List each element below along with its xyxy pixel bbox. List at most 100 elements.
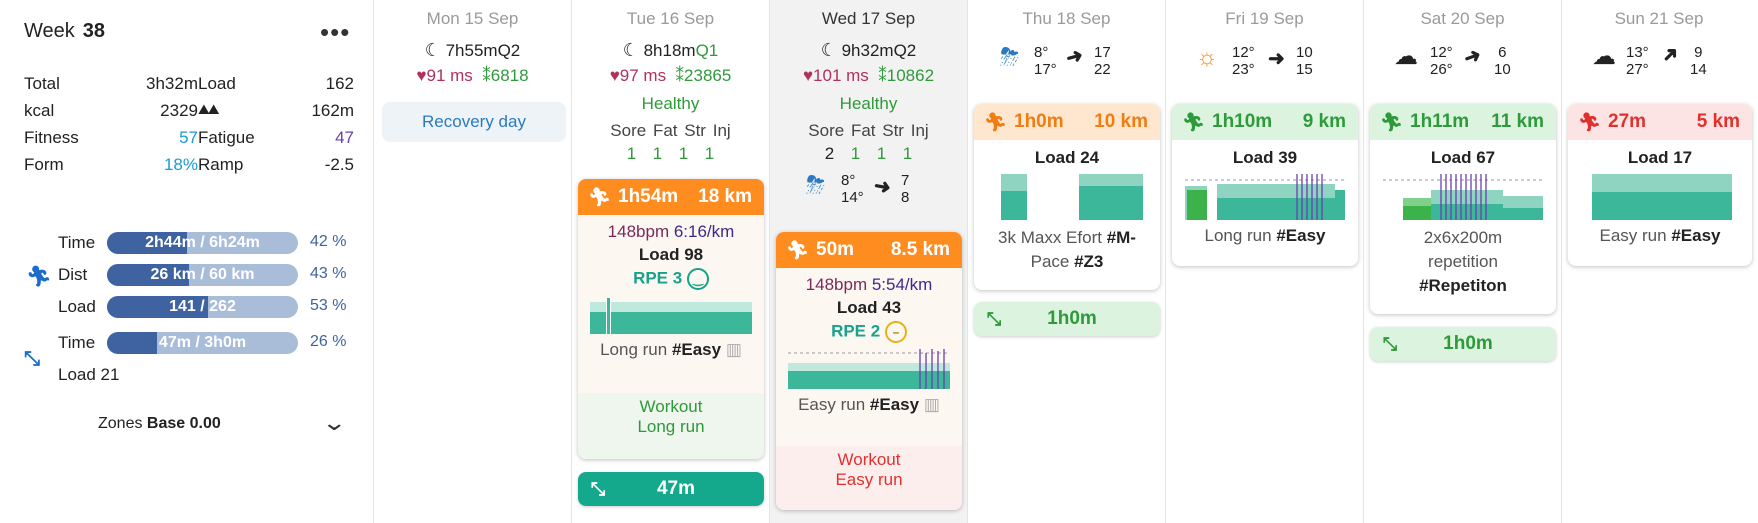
progress-bar: 2h44m / 6h24m bbox=[107, 232, 298, 254]
stat-value: 3h32m bbox=[146, 74, 198, 93]
day-column-fri: Fri 19 Sep ☼ 12° 23° ➜ 10 15 🏃︎ 1h10m 9 km L… bbox=[1166, 0, 1364, 523]
temperature: 12° 23° bbox=[1232, 44, 1255, 78]
planned-workout[interactable]: Workout Easy run bbox=[776, 446, 962, 510]
planned-workout[interactable]: Workout Long run bbox=[578, 393, 764, 459]
zones-selector[interactable]: Zones Base 0.00 bbox=[98, 415, 221, 433]
day-column-thu: Thu 18 Sep ⛈ 8° 17° ➜ 17 22 🏃︎ 1h0m 10 km Lo… bbox=[968, 0, 1166, 523]
activity-tags: 3k Maxx Efort #M- Pace #Z3 bbox=[998, 228, 1136, 271]
strength-load: Load 21 bbox=[58, 365, 120, 384]
day-header[interactable]: Fri 19 Sep bbox=[1166, 9, 1363, 29]
more-options-icon[interactable]: ••• bbox=[320, 17, 350, 48]
heart-icon: ♥ bbox=[416, 66, 427, 85]
wellness-headers: Sore Fat Str Inj bbox=[610, 121, 731, 140]
dumbbell-icon: ⤡ bbox=[590, 478, 606, 499]
strength-card[interactable]: ⤡ 1h0m bbox=[974, 302, 1160, 336]
wind-arrow-icon: ➜ bbox=[1460, 43, 1485, 71]
day-header[interactable]: Tue 16 Sep bbox=[572, 9, 769, 29]
activity-tags: Easy run #Easy bbox=[1599, 226, 1721, 245]
intensity-chart bbox=[1383, 174, 1543, 220]
temperature: 8° 17° bbox=[1034, 44, 1057, 78]
day-column-tue: Tue 16 Sep ☾ 8h18mQ1 ♥97 ms ⁑23865 Healt… bbox=[572, 0, 770, 523]
progress-text: 47m / 3h0m bbox=[158, 334, 247, 351]
activity-card[interactable]: 🏃︎ 1h10m 9 km Load 39 Long run #Easy bbox=[1172, 104, 1358, 266]
intensity-chart bbox=[590, 298, 752, 334]
activity-card[interactable]: 🏃︎ 50m 8.5 km 148bpm 5:54/km Load 43 RPE 2… bbox=[776, 232, 962, 510]
activity-tags: Easy run #Easy ▥ bbox=[798, 395, 940, 414]
progress-load: Load 141 / 262 53 % bbox=[24, 293, 364, 321]
chevron-down-icon[interactable]: ⌄ bbox=[321, 410, 347, 436]
day-header[interactable]: Sat 20 Sep bbox=[1364, 9, 1561, 29]
day-header[interactable]: Mon 15 Sep bbox=[374, 9, 571, 29]
steps-icon: ⁑ bbox=[878, 66, 887, 85]
progress-label: Load bbox=[58, 297, 96, 316]
strength-card[interactable]: ⤡ 1h0m bbox=[1370, 327, 1556, 361]
stat-value: 2329 bbox=[160, 101, 198, 120]
hr-pace: 148bpm 5:54/km bbox=[805, 275, 933, 294]
progress-label: Dist bbox=[58, 265, 88, 284]
day-column-sat: Sat 20 Sep ☁ 12° 26° ➜ 6 10 🏃︎ 1h11m 11 km L… bbox=[1364, 0, 1562, 523]
activity-header: 🏃︎ 27m 5 km bbox=[1568, 104, 1752, 140]
load-value: Load 17 bbox=[1627, 148, 1693, 167]
progress-pct: 53 % bbox=[310, 297, 347, 314]
activity-header: 🏃︎ 1h11m 11 km bbox=[1370, 104, 1556, 140]
stat-label: Ramp bbox=[198, 155, 244, 174]
progress-bar: 47m / 3h0m bbox=[107, 332, 298, 354]
weather: ⛈ 8° 14° ➜ 78 bbox=[770, 168, 967, 212]
progress-label: Time bbox=[58, 233, 96, 252]
load-value: Load 43 bbox=[836, 298, 902, 317]
dumbbell-icon: ⤡ bbox=[986, 308, 1002, 329]
progress-time: Time 2h44m / 6h24m 42 % bbox=[24, 229, 364, 257]
activity-card[interactable]: 🏃︎ 1h54m 18 km 148bpm 6:16/km Load 98 RPE … bbox=[578, 179, 764, 459]
day-header[interactable]: Wed 17 Sep bbox=[770, 9, 967, 29]
day-column-wed: Wed 17 Sep ☾ 9h32mQ2 ♥101 ms ⁑10862 Heal… bbox=[770, 0, 968, 523]
progress-text: 2h44m / 6h24m bbox=[145, 234, 260, 251]
weather: ☁ 13° 27° ➜ 9 14 bbox=[1562, 40, 1756, 84]
day-column-sun: Sun 21 Sep ☁ 13° 27° ➜ 9 14 🏃︎ 27m 5 km Load… bbox=[1562, 0, 1756, 523]
rpe-value: RPE 3 ‿ bbox=[578, 268, 764, 290]
progress-text: 141 / 262 bbox=[169, 298, 236, 315]
activity-tags: Long run #Easy bbox=[1204, 226, 1326, 245]
wind-arrow-icon: ➜ bbox=[1268, 48, 1285, 70]
rpe-value: RPE 2 – bbox=[776, 321, 962, 343]
wellness-values: 1111 bbox=[626, 144, 715, 163]
day-header[interactable]: Sun 21 Sep bbox=[1562, 9, 1756, 29]
hr-pace: 148bpm 6:16/km bbox=[607, 222, 735, 241]
stat-value: 162 bbox=[325, 74, 354, 93]
activity-card[interactable]: 🏃︎ 27m 5 km Load 17 Easy run #Easy bbox=[1568, 104, 1752, 266]
progress-bar: 141 / 262 bbox=[107, 296, 298, 318]
heart-icon: ♥ bbox=[609, 66, 620, 85]
temperature: 8° 14° bbox=[841, 172, 864, 206]
activity-header: 🏃︎ 50m 8.5 km bbox=[776, 232, 962, 268]
dumbbell-icon: ⤡ bbox=[1382, 333, 1398, 354]
hrv-steps: ♥97 ms ⁑23865 bbox=[609, 66, 732, 85]
weather: ☁ 12° 26° ➜ 6 10 bbox=[1364, 40, 1561, 84]
moon-icon: ☾ bbox=[820, 40, 837, 60]
strength-card[interactable]: ⤡ 47m bbox=[578, 472, 764, 506]
progress-bar: 26 km / 60 km bbox=[107, 264, 298, 286]
activity-header: 🏃︎ 1h54m 18 km bbox=[578, 179, 764, 215]
progress-dist: Dist 26 km / 60 km 43 % bbox=[24, 261, 364, 289]
weather: ☼ 12° 23° ➜ 10 15 bbox=[1166, 40, 1363, 84]
neutral-face-icon: – bbox=[884, 321, 907, 343]
stat-label: Fitness bbox=[24, 128, 79, 147]
progress-text: 26 km / 60 km bbox=[150, 266, 255, 283]
wellness-values: 2111 bbox=[824, 144, 913, 163]
running-icon: 🏃︎ bbox=[1578, 111, 1601, 132]
map-icon: ▥ bbox=[923, 395, 940, 414]
load-value: Load 98 bbox=[638, 245, 704, 264]
running-icon: 🏃︎ bbox=[786, 239, 809, 260]
stat-label: Load bbox=[198, 74, 236, 93]
intensity-chart bbox=[1001, 174, 1143, 220]
progress-pct: 43 % bbox=[310, 265, 347, 282]
recovery-day-button[interactable]: Recovery day bbox=[382, 102, 566, 142]
day-header[interactable]: Thu 18 Sep bbox=[968, 9, 1165, 29]
activity-card[interactable]: 🏃︎ 1h11m 11 km Load 67 2x6x200m repetition #… bbox=[1370, 104, 1556, 314]
elevation-icon: ⛰⛰ bbox=[198, 101, 219, 117]
load-value: Load 24 bbox=[1034, 148, 1100, 167]
stat-value: 57 bbox=[179, 128, 198, 147]
load-value: Load 39 bbox=[1232, 148, 1298, 167]
activity-card[interactable]: 🏃︎ 1h0m 10 km Load 24 3k Maxx Efort #M- Pac… bbox=[974, 104, 1160, 290]
stat-label: Fatigue bbox=[198, 128, 255, 147]
moon-icon: ☾ bbox=[622, 40, 639, 60]
wind-speed: 9 14 bbox=[1690, 44, 1707, 78]
